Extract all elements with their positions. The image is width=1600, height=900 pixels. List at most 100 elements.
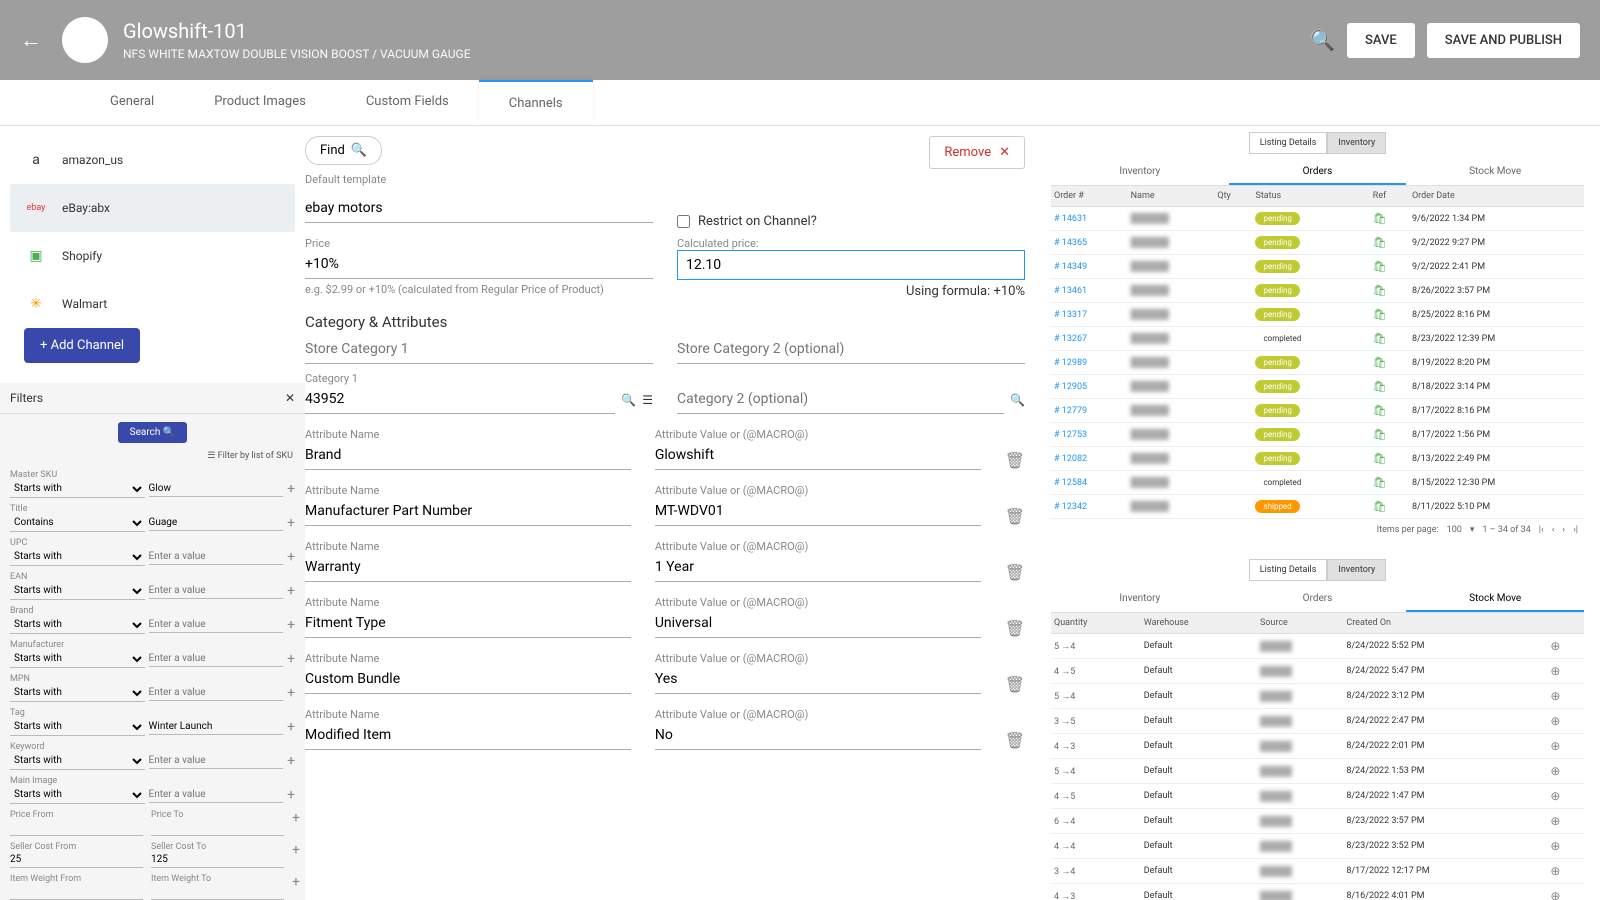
- order-link[interactable]: # 14349: [1051, 255, 1128, 279]
- filter-val-kw[interactable]: [149, 753, 284, 769]
- plus-icon[interactable]: +: [292, 810, 300, 836]
- order-link[interactable]: # 12905: [1051, 375, 1128, 399]
- order-link[interactable]: # 13267: [1051, 327, 1128, 351]
- table-row[interactable]: 4 →5 Default █████ 8/24/2022 1:47 PM ⊕: [1051, 784, 1584, 809]
- table-row[interactable]: # 12082 ██████ pending 🛍 8/13/2022 2:49 …: [1051, 447, 1584, 471]
- gear-icon[interactable]: ⊕: [1550, 639, 1560, 653]
- filter-op-mfr[interactable]: Starts with: [10, 650, 145, 668]
- gear-icon[interactable]: ⊕: [1550, 664, 1560, 678]
- attr-name-1[interactable]: [305, 497, 631, 526]
- filter-val-title[interactable]: [149, 515, 284, 531]
- filter-val-tag[interactable]: [149, 719, 284, 735]
- col-created[interactable]: Created On: [1343, 613, 1547, 634]
- w-from-input[interactable]: [10, 884, 143, 900]
- tab-images[interactable]: Product Images: [184, 80, 336, 125]
- next-page-icon[interactable]: ›: [1562, 525, 1565, 535]
- filter-op-kw[interactable]: Starts with: [10, 752, 145, 770]
- subtab-inventory[interactable]: Inventory: [1051, 160, 1229, 185]
- table-row[interactable]: # 13461 ██████ pending 🛍 8/26/2022 3:57 …: [1051, 279, 1584, 303]
- filter-op-img[interactable]: Starts with: [10, 786, 145, 804]
- gear-icon[interactable]: ⊕: [1550, 889, 1560, 900]
- table-row[interactable]: # 12753 ██████ pending 🛍 8/17/2022 1:56 …: [1051, 423, 1584, 447]
- plus-icon[interactable]: +: [287, 617, 295, 633]
- col-ref[interactable]: Ref: [1370, 186, 1409, 207]
- store-cat1-select[interactable]: [305, 335, 653, 364]
- channel-amazon[interactable]: aamazon_us: [10, 136, 295, 184]
- sc-to-input[interactable]: [151, 852, 284, 868]
- search-icon[interactable]: 🔍: [621, 393, 636, 407]
- attr-val-5[interactable]: [655, 721, 981, 750]
- channel-shopify[interactable]: ▣Shopify: [10, 232, 295, 280]
- plus-icon[interactable]: +: [287, 651, 295, 667]
- attr-name-4[interactable]: [305, 665, 631, 694]
- w-to-input[interactable]: [151, 884, 284, 900]
- template-select[interactable]: [305, 194, 653, 223]
- filter-op-mpn[interactable]: Starts with: [10, 684, 145, 702]
- plus-icon[interactable]: +: [292, 874, 300, 900]
- save-button[interactable]: SAVE: [1347, 23, 1415, 58]
- order-link[interactable]: # 12779: [1051, 399, 1128, 423]
- subtab-orders-2[interactable]: Orders: [1229, 587, 1407, 612]
- trash-icon[interactable]: 🗑: [1005, 451, 1025, 470]
- attr-name-0[interactable]: [305, 441, 631, 470]
- search-icon[interactable]: 🔍: [1010, 393, 1025, 407]
- order-link[interactable]: # 12989: [1051, 351, 1128, 375]
- table-row[interactable]: 3 →5 Default █████ 8/24/2022 2:47 PM ⊕: [1051, 709, 1584, 734]
- table-row[interactable]: 4 →4 Default █████ 8/23/2022 3:52 PM ⊕: [1051, 834, 1584, 859]
- plus-icon[interactable]: +: [287, 549, 295, 565]
- table-row[interactable]: # 13317 ██████ pending 🛍 8/25/2022 8:16 …: [1051, 303, 1584, 327]
- table-row[interactable]: 6 →4 Default █████ 8/23/2022 3:57 PM ⊕: [1051, 809, 1584, 834]
- gear-icon[interactable]: ⊕: [1550, 864, 1560, 878]
- restrict-checkbox[interactable]: [677, 215, 690, 228]
- plus-icon[interactable]: +: [287, 515, 295, 531]
- filter-op-tag[interactable]: Starts with: [10, 718, 145, 736]
- price-to-input[interactable]: [151, 820, 284, 836]
- mini-tab-listing-2[interactable]: Listing Details: [1249, 559, 1328, 581]
- table-row[interactable]: 4 →5 Default █████ 8/24/2022 5:47 PM ⊕: [1051, 659, 1584, 684]
- table-row[interactable]: # 14349 ██████ pending 🛍 9/2/2022 2:41 P…: [1051, 255, 1584, 279]
- mini-tab-inventory[interactable]: Inventory: [1327, 132, 1386, 154]
- channel-ebay[interactable]: ebayeBay:abx: [10, 184, 295, 232]
- cat2-input[interactable]: [677, 385, 1004, 414]
- filter-val-mfr[interactable]: [149, 651, 284, 667]
- store-cat2-select[interactable]: [677, 335, 1025, 364]
- order-link[interactable]: # 14365: [1051, 231, 1128, 255]
- plus-icon[interactable]: +: [287, 719, 295, 735]
- table-row[interactable]: # 14365 ██████ pending 🛍 9/2/2022 9:27 P…: [1051, 231, 1584, 255]
- table-row[interactable]: 5 →4 Default █████ 8/24/2022 3:12 PM ⊕: [1051, 684, 1584, 709]
- first-page-icon[interactable]: |‹: [1539, 525, 1544, 535]
- attr-name-3[interactable]: [305, 609, 631, 638]
- order-link[interactable]: # 13317: [1051, 303, 1128, 327]
- add-channel-button[interactable]: + Add Channel: [24, 328, 140, 363]
- calc-price-input[interactable]: [677, 250, 1025, 280]
- channel-walmart[interactable]: ✳Walmart: [10, 280, 295, 328]
- filter-op-sku[interactable]: Starts with: [10, 480, 145, 498]
- trash-icon[interactable]: 🗑: [1005, 507, 1025, 526]
- table-row[interactable]: # 13267 ██████ completed 🛍 8/23/2022 12:…: [1051, 327, 1584, 351]
- gear-icon[interactable]: ⊕: [1550, 714, 1560, 728]
- list-icon[interactable]: ☰: [642, 393, 653, 407]
- plus-icon[interactable]: +: [287, 685, 295, 701]
- order-link[interactable]: # 14631: [1051, 207, 1128, 231]
- ipp-select[interactable]: 100: [1447, 525, 1462, 535]
- filter-op-brand[interactable]: Starts with: [10, 616, 145, 634]
- tab-custom[interactable]: Custom Fields: [336, 80, 479, 125]
- gear-icon[interactable]: ⊕: [1550, 764, 1560, 778]
- plus-icon[interactable]: +: [292, 842, 300, 868]
- col-order[interactable]: Order #: [1051, 186, 1128, 207]
- col-wh[interactable]: Warehouse: [1141, 613, 1257, 634]
- col-qty[interactable]: Qty: [1214, 186, 1252, 207]
- filter-by-sku-link[interactable]: ☰ Filter by list of SKU: [0, 451, 305, 467]
- table-row[interactable]: # 12584 ██████ completed 🛍 8/15/2022 12:…: [1051, 471, 1584, 495]
- attr-name-5[interactable]: [305, 721, 631, 750]
- col-status[interactable]: Status: [1252, 186, 1369, 207]
- cat1-input[interactable]: [305, 385, 615, 414]
- trash-icon[interactable]: 🗑: [1005, 675, 1025, 694]
- order-link[interactable]: # 12584: [1051, 471, 1128, 495]
- filters-search-button[interactable]: Search 🔍: [118, 422, 188, 443]
- save-publish-button[interactable]: SAVE AND PUBLISH: [1427, 23, 1580, 58]
- attr-name-2[interactable]: [305, 553, 631, 582]
- trash-icon[interactable]: 🗑: [1005, 619, 1025, 638]
- table-row[interactable]: 3 →4 Default █████ 8/17/2022 12:17 PM ⊕: [1051, 859, 1584, 884]
- mini-tab-listing[interactable]: Listing Details: [1249, 132, 1328, 154]
